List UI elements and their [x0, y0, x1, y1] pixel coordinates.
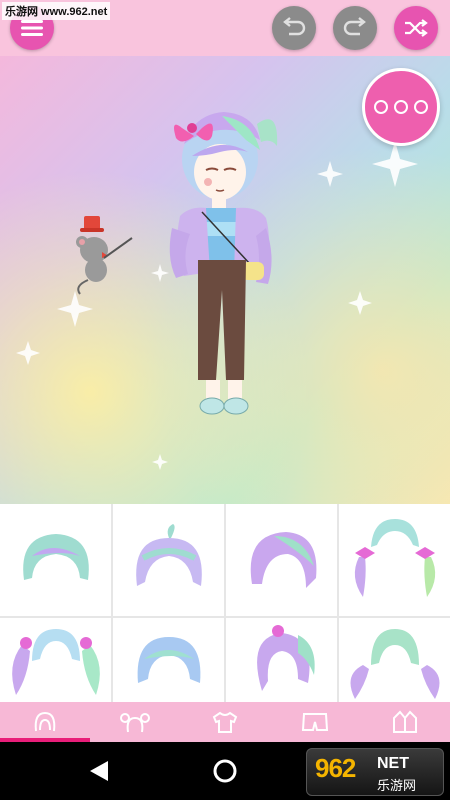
hair-icon [34, 711, 56, 732]
site-logo-number: 962 [315, 753, 356, 783]
site-watermark: 乐游网 www.962.net [2, 2, 111, 20]
category-tab-bar [0, 702, 450, 742]
more-dots-icon [394, 100, 408, 114]
more-dots-icon [414, 100, 428, 114]
hair-option-2[interactable] [113, 504, 224, 616]
tab-hair[interactable] [0, 702, 90, 742]
more-dots-icon [374, 100, 388, 114]
hair-option-4[interactable] [339, 504, 450, 616]
tab-tops[interactable] [180, 702, 270, 742]
avatar-character [169, 112, 278, 415]
site-logo: 962 NET 乐游网 [306, 748, 444, 796]
hair-ahoge-bob-icon [135, 524, 202, 586]
redo-button[interactable] [333, 6, 377, 50]
hair-option-1[interactable] [0, 504, 111, 616]
more-options-button[interactable] [362, 68, 440, 146]
shorts-icon [301, 713, 329, 731]
hair-accessory-icon [120, 713, 150, 733]
home-circle-icon[interactable] [212, 758, 238, 784]
hair-option-7[interactable] [226, 618, 337, 702]
site-logo-chinese: 乐游网 [377, 778, 417, 793]
shuffle-icon [405, 19, 428, 37]
tab-bottoms[interactable] [270, 702, 360, 742]
random-button[interactable] [394, 6, 438, 50]
hair-pigtails-bows-icon [11, 629, 100, 695]
hair-option-6[interactable] [113, 618, 224, 702]
hair-option-3[interactable] [226, 504, 337, 616]
hair-option-8[interactable] [339, 618, 450, 702]
undo-button[interactable] [272, 6, 316, 50]
hair-twin-tails-bows-icon [354, 519, 435, 597]
list-icon [21, 20, 43, 36]
hair-side-ponytail-icon [256, 625, 315, 691]
hair-side-swept-icon [250, 532, 316, 588]
tab-hair-accessory[interactable] [90, 702, 180, 742]
hair-short-bob-icon [137, 637, 200, 683]
hair-style-grid [0, 504, 450, 702]
hair-bob-bangs-icon [22, 534, 89, 580]
redo-icon [343, 17, 366, 36]
shirt-icon [212, 711, 238, 733]
back-triangle-icon[interactable] [88, 759, 110, 783]
hair-option-5[interactable] [0, 618, 111, 702]
character-stage [0, 56, 450, 504]
pet-mouse-illustration [76, 216, 133, 295]
jacket-icon [393, 710, 417, 733]
hair-long-twin-tails-icon [350, 629, 439, 699]
site-logo-net: NET [377, 755, 409, 772]
system-navigation-bar: 962 NET 乐游网 [0, 742, 450, 800]
tab-outerwear[interactable] [360, 702, 450, 742]
undo-icon [283, 17, 306, 36]
